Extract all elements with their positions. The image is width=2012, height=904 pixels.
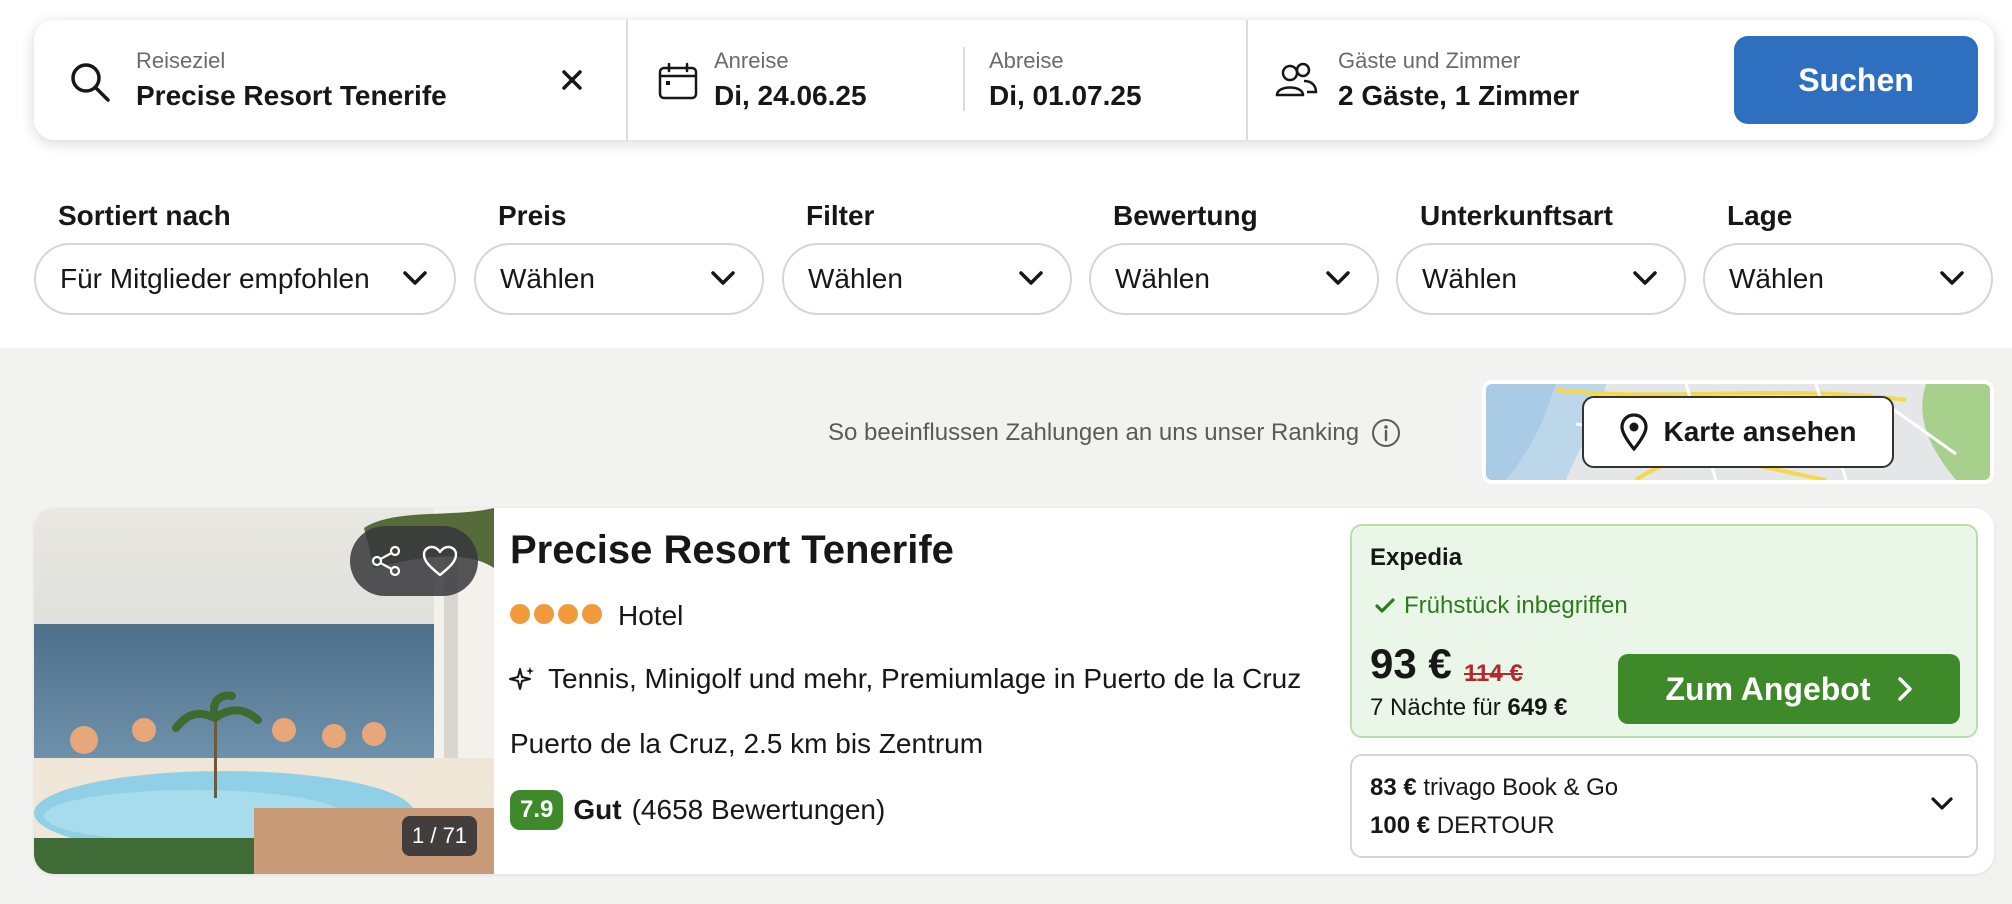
photo-actions — [350, 526, 478, 596]
hotel-name[interactable]: Precise Resort Tenerife — [510, 528, 954, 573]
filter-title: Unterkunftsart — [1420, 200, 1613, 231]
offer-row[interactable]: 100 € DERTOUR — [1370, 812, 1555, 840]
filter-value: Wählen — [1422, 263, 1517, 294]
hotel-photo[interactable]: 1 / 71 — [34, 508, 494, 874]
hotel-card[interactable]: 1 / 71 Precise Resort Tenerife Hotel Ten… — [34, 508, 1994, 874]
sort-select[interactable]: Für Mitglieder empfohlen — [34, 243, 456, 315]
checkin-value: Di, 24.06.25 — [714, 80, 867, 111]
heart-icon[interactable] — [421, 544, 459, 578]
calendar-icon — [658, 62, 698, 100]
chevron-down-icon — [1019, 271, 1043, 285]
checkin-label: Anreise — [714, 48, 789, 73]
offer-provider: trivago Book & Go — [1423, 774, 1619, 801]
deal-total-value: 649 € — [1507, 694, 1568, 721]
guests-label: Gäste und Zimmer — [1338, 48, 1521, 73]
featured-deal[interactable]: Expedia Frühstück inbegriffen 93 € 114 €… — [1350, 524, 1978, 738]
view-deal-label: Zum Angebot — [1665, 670, 1871, 707]
chevron-right-icon — [1897, 677, 1912, 701]
filter-value: Für Mitglieder empfohlen — [60, 263, 370, 294]
show-map-label: Karte ansehen — [1663, 416, 1857, 447]
offer-price: 100 € — [1370, 812, 1431, 839]
checkout-value: Di, 01.07.25 — [989, 80, 1142, 111]
filter-rating: Bewertung Wählen — [1089, 200, 1379, 315]
clear-destination-icon[interactable] — [556, 64, 588, 96]
star-icon — [558, 604, 578, 624]
other-offers[interactable]: 83 € trivago Book & Go 100 € DERTOUR — [1350, 754, 1978, 858]
star-icon — [582, 604, 602, 624]
rating-select[interactable]: Wählen — [1089, 243, 1379, 315]
filter-value: Wählen — [1729, 263, 1824, 294]
guests-value: 2 Gäste, 1 Zimmer — [1338, 80, 1580, 111]
checkin-field[interactable]: Anreise Di, 24.06.25 — [628, 20, 998, 140]
info-icon[interactable] — [1371, 418, 1401, 448]
filter-title: Preis — [498, 200, 567, 231]
hotel-type: Hotel — [618, 600, 684, 631]
search-bar: Reiseziel Precise Resort Tenerife Anreis… — [34, 20, 1994, 140]
hotel-rating[interactable]: 7.9 Gut (4658 Bewertungen) — [510, 790, 885, 830]
search-button[interactable]: Suchen — [1734, 36, 1978, 124]
destination-value[interactable]: Precise Resort Tenerife — [136, 80, 447, 112]
filter-title: Bewertung — [1113, 200, 1258, 231]
ranking-info[interactable]: So beeinflussen Zahlungen an uns unser R… — [828, 418, 1401, 448]
offer-price: 83 € — [1370, 774, 1417, 801]
hotel-highlight: Tennis, Minigolf und mehr, Premiumlage i… — [508, 663, 1301, 695]
rating-word: Gut — [573, 794, 622, 825]
filter-price: Preis Wählen — [474, 200, 764, 315]
deal-price: 93 € — [1370, 640, 1452, 687]
view-deal-button[interactable]: Zum Angebot — [1618, 654, 1960, 724]
search-icon — [71, 63, 110, 102]
sparkle-icon — [509, 667, 534, 690]
show-map-button[interactable]: Karte ansehen — [1582, 396, 1894, 468]
rating-count: (4658 Bewertungen) — [631, 794, 886, 825]
star-icon — [534, 604, 554, 624]
photo-counter: 1 / 71 — [402, 816, 478, 856]
chevron-down-icon — [711, 271, 735, 285]
chevron-down-icon — [403, 271, 427, 285]
chevron-down-icon[interactable] — [1930, 796, 1954, 812]
filter-property-type: Unterkunftsart Wählen — [1396, 200, 1686, 315]
location-select[interactable]: Wählen — [1703, 243, 1993, 315]
filter-value: Wählen — [1115, 263, 1210, 294]
destination-label: Reiseziel — [136, 48, 226, 73]
hotel-stars — [510, 604, 602, 624]
filter-sort: Sortiert nach Für Mitglieder empfohlen — [34, 200, 456, 315]
share-icon[interactable] — [369, 544, 403, 578]
checkout-field[interactable]: Abreise Di, 01.07.25 — [965, 20, 1175, 140]
deal-provider: Expedia — [1370, 544, 1463, 571]
deal-included: Frühstück inbegriffen — [1374, 592, 1628, 620]
check-icon — [1375, 598, 1395, 613]
destination-field[interactable]: Reiseziel Precise Resort Tenerife — [34, 20, 626, 140]
guests-field[interactable]: Gäste und Zimmer 2 Gäste, 1 Zimmer — [1248, 20, 1718, 140]
filter-title: Filter — [806, 200, 875, 231]
deal-total: 7 Nächte für 649 € — [1370, 694, 1567, 722]
filter-title: Lage — [1727, 200, 1793, 231]
property-type-select[interactable]: Wählen — [1396, 243, 1686, 315]
filter-filter: Filter Wählen — [782, 200, 1072, 315]
hotel-feature-text: Tennis, Minigolf und mehr, Premiumlage i… — [548, 663, 1302, 694]
offer-row[interactable]: 83 € trivago Book & Go — [1370, 774, 1618, 802]
filter-select[interactable]: Wählen — [782, 243, 1072, 315]
deal-old-price: 114 € — [1464, 660, 1523, 687]
filter-title: Sortiert nach — [58, 200, 231, 231]
rating-badge: 7.9 — [510, 790, 564, 830]
guests-icon — [1275, 62, 1318, 97]
star-icon — [510, 604, 530, 624]
deal-total-prefix: 7 Nächte für — [1370, 694, 1501, 721]
price-select[interactable]: Wählen — [474, 243, 764, 315]
filter-value: Wählen — [500, 263, 595, 294]
ranking-note: So beeinflussen Zahlungen an uns unser R… — [828, 419, 1360, 446]
offer-provider: DERTOUR — [1436, 812, 1555, 839]
chevron-down-icon — [1940, 271, 1964, 285]
filter-value: Wählen — [808, 263, 903, 294]
hotel-location[interactable]: Puerto de la Cruz, 2.5 km bis Zentrum — [510, 728, 983, 760]
checkout-label: Abreise — [989, 48, 1064, 73]
chevron-down-icon — [1633, 271, 1657, 285]
deal-included-text: Frühstück inbegriffen — [1404, 592, 1628, 619]
chevron-down-icon — [1326, 271, 1350, 285]
map-pin-icon — [1619, 413, 1648, 451]
filter-location: Lage Wählen — [1703, 200, 1993, 315]
